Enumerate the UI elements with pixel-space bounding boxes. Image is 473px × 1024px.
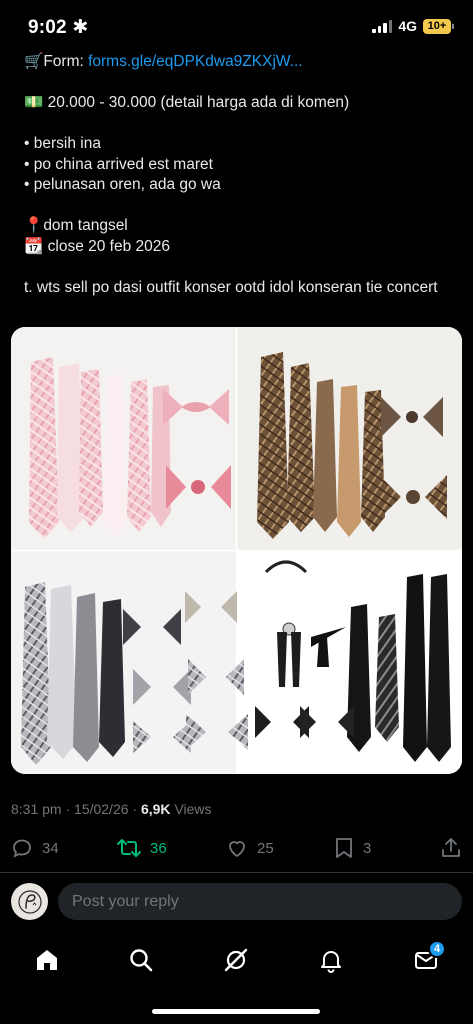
home-indicator[interactable] bbox=[152, 1009, 320, 1014]
network-type: 4G bbox=[398, 18, 417, 34]
form-line: 🛒Form: forms.gle/eqDPKdwa9ZKXjW... bbox=[24, 53, 303, 70]
reply-input[interactable] bbox=[58, 883, 462, 920]
price-line: 💵 20.000 - 30.000 (detail harga ada di k… bbox=[24, 94, 350, 111]
like-button[interactable]: 25 bbox=[225, 832, 274, 864]
avatar-logo-icon bbox=[17, 889, 42, 914]
tweet-text: 🛒Form: forms.gle/eqDPKdwa9ZKXjW... 💵 20.… bbox=[24, 52, 454, 298]
bookmark-button[interactable]: 3 bbox=[333, 832, 371, 864]
repost-button[interactable]: 36 bbox=[116, 832, 167, 864]
battery-icon: 10+ bbox=[423, 18, 454, 34]
reply-icon bbox=[13, 839, 31, 858]
tweet-media[interactable] bbox=[11, 327, 462, 774]
cart-emoji: 🛒 bbox=[24, 53, 44, 70]
share-icon bbox=[442, 838, 460, 857]
bullet-item: • pelunasan oren, ada go wa bbox=[24, 176, 221, 193]
heart-icon bbox=[229, 841, 245, 857]
notifications-badge: 4 bbox=[428, 940, 446, 958]
nav-home[interactable] bbox=[27, 940, 67, 980]
pin-emoji: 📍 bbox=[24, 217, 44, 234]
location-line: 📍dom tangsel bbox=[24, 217, 128, 234]
status-icons: 4G 10+ bbox=[372, 18, 454, 34]
search-icon bbox=[130, 949, 153, 972]
tags-line: t. wts sell po dasi outfit konser ootd i… bbox=[24, 278, 438, 296]
money-emoji: 💵 bbox=[24, 94, 44, 111]
close-date-line: 📆 close 20 feb 2026 bbox=[24, 237, 170, 255]
reply-field[interactable] bbox=[58, 883, 462, 920]
grok-icon bbox=[224, 948, 248, 972]
status-bar: 9:02 ✱ 4G 10+ bbox=[0, 0, 473, 52]
nav-grok[interactable] bbox=[216, 940, 256, 980]
share-button[interactable] bbox=[439, 832, 463, 864]
bullet-item: • po china arrived est maret bbox=[24, 155, 213, 173]
reply-button[interactable]: 34 bbox=[10, 832, 59, 864]
calendar-emoji: 📆 bbox=[24, 237, 44, 255]
nav-notifications[interactable] bbox=[311, 940, 351, 980]
ties-collage-image bbox=[11, 327, 462, 774]
home-icon bbox=[37, 950, 57, 970]
signal-icon bbox=[372, 19, 393, 33]
form-link[interactable]: forms.gle/eqDPKdwa9ZKXjW... bbox=[88, 53, 303, 70]
status-time: 9:02 ✱ bbox=[28, 17, 89, 38]
nav-search[interactable] bbox=[121, 940, 161, 980]
nav-messages[interactable]: 4 bbox=[406, 940, 446, 980]
repost-icon bbox=[117, 839, 141, 857]
bell-icon bbox=[321, 951, 341, 973]
bullet-item: • bersih ina bbox=[24, 135, 101, 152]
action-bar: 34 36 25 3 bbox=[0, 832, 473, 864]
avatar[interactable] bbox=[11, 883, 48, 920]
bottom-nav: 4 bbox=[0, 930, 473, 988]
views-count: 6,9K bbox=[140, 801, 171, 817]
divider bbox=[0, 872, 473, 873]
bookmark-icon bbox=[336, 838, 352, 858]
tweet-meta: 8:31 pm · 15/02/26 · 6,9K Views bbox=[11, 801, 212, 817]
